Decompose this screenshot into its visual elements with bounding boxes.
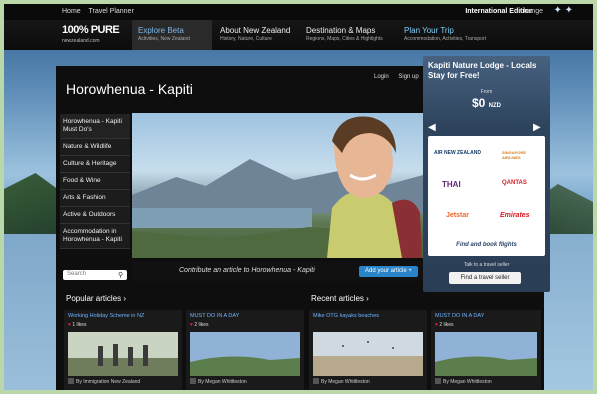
login-link[interactable]: Login bbox=[374, 74, 389, 80]
sidebar-item-accommodation[interactable]: Accommodation in Horowhenua - Kapiti bbox=[60, 224, 130, 249]
signup-link[interactable]: Sign up bbox=[398, 74, 418, 80]
add-article-button[interactable]: Add your article + bbox=[359, 266, 418, 277]
card-author: By Immigration New Zealand bbox=[76, 379, 141, 385]
avatar bbox=[313, 378, 319, 384]
article-image bbox=[68, 332, 178, 376]
card-likes: ♥ 1 likes bbox=[68, 322, 87, 328]
nav-plan-trip[interactable]: Plan Your Trip Accommodation, Activities… bbox=[404, 26, 486, 42]
card-title[interactable]: MUST DO IN A DAY bbox=[435, 313, 484, 319]
page-frame: Home Travel Planner International Editio… bbox=[4, 4, 593, 390]
nav-about[interactable]: About New Zealand History, Nature, Cultu… bbox=[220, 26, 290, 42]
site-logo-sub: newzealand.com bbox=[62, 38, 100, 44]
search-icon[interactable]: ⚲ bbox=[118, 271, 123, 279]
card-author: By Megan Whittleston bbox=[443, 379, 492, 385]
article-card[interactable]: Working Holiday Scheme in NZ ♥ 1 likes B… bbox=[64, 310, 182, 390]
background-lake-left bbox=[4, 234, 64, 390]
find-book-flights-link[interactable]: Find and book flights bbox=[428, 242, 545, 248]
article-card[interactable]: MUST DO IN A DAY ♥ 2 likes By Megan Whit… bbox=[431, 310, 541, 390]
heart-icon: ♥ bbox=[435, 322, 438, 328]
card-title[interactable]: Working Holiday Scheme in NZ bbox=[68, 313, 144, 319]
sidebar-item-culture[interactable]: Culture & Heritage bbox=[60, 156, 130, 173]
article-card[interactable]: MUST DO IN A DAY ♥ 2 likes By Megan Whit… bbox=[186, 310, 304, 390]
promo-price: $0 NZD bbox=[471, 96, 502, 110]
article-image bbox=[313, 332, 423, 376]
airline-logo[interactable]: QANTAS bbox=[502, 180, 527, 186]
hiker-photo bbox=[327, 116, 422, 258]
card-likes: ♥ 2 likes bbox=[435, 322, 454, 328]
hero-lake bbox=[132, 208, 312, 228]
heart-icon: ♥ bbox=[68, 322, 71, 328]
popular-articles-heading[interactable]: Popular articles › bbox=[66, 294, 126, 303]
nav-explore[interactable]: Explore Beta Activities, New Zealand bbox=[138, 26, 190, 42]
edition-change-link[interactable]: change bbox=[520, 8, 543, 15]
travel-planner-link[interactable]: Travel Planner bbox=[89, 8, 134, 15]
card-author: By Megan Whittleston bbox=[198, 379, 247, 385]
find-travel-seller-button[interactable]: Find a travel seller bbox=[449, 272, 521, 284]
sidebar-item-must-dos[interactable]: Horowhenua - Kapiti Must Do's bbox=[60, 114, 130, 139]
site-logo[interactable]: 100% PURE bbox=[62, 24, 120, 36]
card-title[interactable]: MUST DO IN A DAY bbox=[190, 313, 239, 319]
airline-logos: AIR NEW ZEALAND SINGAPORE AIRLINES THAI … bbox=[428, 136, 545, 256]
avatar bbox=[68, 378, 74, 384]
airline-logo[interactable]: SINGAPORE AIRLINES bbox=[502, 150, 538, 160]
recent-articles-heading[interactable]: Recent articles › bbox=[311, 294, 369, 303]
promo-title[interactable]: Kapiti Nature Lodge - Locals Stay for Fr… bbox=[428, 61, 550, 81]
avatar bbox=[190, 378, 196, 384]
sidebar-item-arts[interactable]: Arts & Fashion bbox=[60, 190, 130, 207]
article-image bbox=[435, 332, 537, 376]
hero-image bbox=[132, 113, 427, 258]
avatar bbox=[435, 378, 441, 384]
airline-logo[interactable]: Jetstar bbox=[446, 212, 469, 219]
arrow-left-icon[interactable]: ◀ bbox=[428, 122, 436, 133]
airline-logo[interactable]: THAI bbox=[442, 180, 461, 189]
sidebar-item-food[interactable]: Food & Wine bbox=[60, 173, 130, 190]
card-title[interactable]: Mike OTG kayaks beaches bbox=[313, 313, 379, 319]
arrow-right-icon[interactable]: ▶ bbox=[533, 122, 541, 133]
travel-seller-label: Talk to a travel seller bbox=[463, 262, 510, 268]
contribute-text: Contribute an article to Horowhenua - Ka… bbox=[179, 267, 315, 274]
sidebar: Horowhenua - Kapiti Must Do's Nature & W… bbox=[60, 114, 130, 249]
card-likes: ♥ 2 likes bbox=[190, 322, 209, 328]
sidebar-item-active[interactable]: Active & Outdoors bbox=[60, 207, 130, 224]
top-links: Home Travel Planner bbox=[62, 8, 140, 15]
southern-cross-icon: ✦ ✦ bbox=[553, 5, 573, 16]
airline-logo[interactable]: AIR NEW ZEALAND bbox=[434, 150, 481, 156]
page-title: Horowhenua - Kapiti bbox=[66, 81, 193, 97]
airline-logo[interactable]: Emirates bbox=[500, 212, 530, 219]
top-bar: Home Travel Planner International Editio… bbox=[4, 4, 593, 20]
card-author: By Megan Whittleston bbox=[321, 379, 370, 385]
heart-icon: ♥ bbox=[190, 322, 193, 328]
promo-panel: Kapiti Nature Lodge - Locals Stay for Fr… bbox=[423, 56, 550, 292]
promo-from: From bbox=[480, 89, 493, 95]
home-link[interactable]: Home bbox=[62, 8, 81, 15]
sidebar-item-nature[interactable]: Nature & Wildlife bbox=[60, 139, 130, 156]
article-image bbox=[190, 332, 300, 376]
article-card[interactable]: Mike OTG kayaks beaches By Megan Whittle… bbox=[309, 310, 427, 390]
nav-destinations[interactable]: Destination & Maps Regions, Maps, Cities… bbox=[306, 26, 383, 42]
account-links: Login Sign up bbox=[366, 74, 419, 80]
